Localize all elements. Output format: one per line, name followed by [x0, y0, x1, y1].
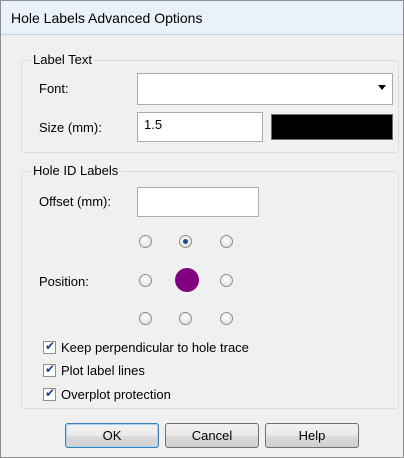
position-radio-middle-left[interactable] [139, 274, 152, 287]
position-radio-bottom-left[interactable] [139, 312, 152, 325]
plot-label-lines-label[interactable]: Plot label lines [61, 363, 145, 378]
font-label: Font: [39, 81, 69, 96]
position-radio-top-center[interactable] [179, 235, 192, 248]
position-radio-middle-right[interactable] [220, 274, 233, 287]
hole-id-labels-group-title: Hole ID Labels [30, 163, 122, 178]
keep-perpendicular-label[interactable]: Keep perpendicular to hole trace [61, 340, 249, 355]
text-color-swatch[interactable] [271, 114, 393, 140]
hole-labels-advanced-options-dialog: Hole Labels Advanced Options Label Text … [0, 0, 404, 458]
plot-label-lines-checkbox[interactable] [43, 362, 56, 377]
position-radio-top-left[interactable] [139, 235, 152, 248]
position-radio-bottom-center[interactable] [179, 312, 192, 325]
label-text-group-title: Label Text [30, 52, 96, 67]
size-label: Size (mm): [39, 120, 102, 135]
window-title: Hole Labels Advanced Options [11, 10, 203, 26]
overplot-protection-label[interactable]: Overplot protection [61, 387, 171, 402]
position-radio-top-right[interactable] [220, 235, 233, 248]
title-bar: Hole Labels Advanced Options [1, 1, 403, 35]
position-radio-bottom-right[interactable] [220, 312, 233, 325]
keep-perpendicular-checkbox[interactable] [43, 339, 56, 354]
font-dropdown[interactable] [137, 73, 393, 105]
size-input[interactable]: 1.5 [137, 112, 263, 142]
overplot-protection-checkbox[interactable] [43, 386, 56, 401]
position-label: Position: [39, 274, 89, 289]
offset-label: Offset (mm): [39, 194, 111, 209]
ok-button[interactable]: OK [65, 423, 159, 448]
cancel-button[interactable]: Cancel [165, 423, 259, 448]
hole-center-marker [175, 268, 199, 292]
offset-input[interactable] [137, 187, 259, 217]
chevron-down-icon[interactable] [378, 85, 386, 90]
help-button[interactable]: Help [265, 423, 359, 448]
